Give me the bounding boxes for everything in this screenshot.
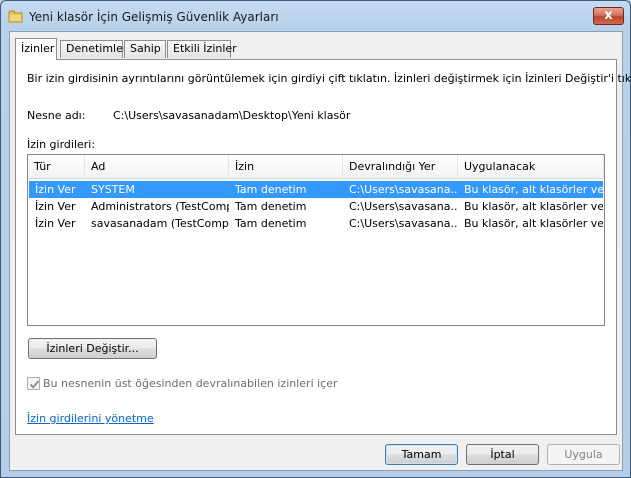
permission-entries-list[interactable]: Tür Ad İzin Devralındığı Yer Uygulanacak… — [27, 154, 605, 326]
change-permissions-button[interactable]: İzinleri Değiştir... — [28, 338, 157, 359]
cell-name: savasanadam (TestComp... — [91, 217, 229, 230]
column-header-type[interactable]: Tür — [28, 155, 85, 179]
instruction-text: Bir izin girdisinin ayrıntılarını görünt… — [27, 72, 631, 85]
tab-effective-permissions[interactable]: Etkili İzinler — [167, 40, 237, 58]
column-header-name[interactable]: Ad — [85, 155, 229, 179]
cell-permission: Tam denetim — [235, 183, 307, 196]
table-row[interactable]: İzin Ver Administrators (TestComp... Tam… — [29, 198, 603, 215]
cell-inherited-from: C:\Users\savasana... — [349, 183, 458, 196]
inherit-permissions-checkbox[interactable] — [27, 377, 40, 390]
folder-icon — [8, 9, 24, 23]
permissions-panel: Bir izin girdisinin ayrıntılarını görünt… — [15, 59, 631, 435]
cell-type: İzin Ver — [35, 183, 76, 196]
cell-permission: Tam denetim — [235, 200, 307, 213]
table-row[interactable]: İzin Ver savasanadam (TestComp... Tam de… — [29, 215, 603, 232]
cell-name: Administrators (TestComp... — [91, 200, 229, 213]
close-button[interactable]: x — [593, 7, 624, 25]
list-header: Tür Ad İzin Devralındığı Yer Uygulanacak — [28, 155, 604, 179]
tab-owner[interactable]: Sahip — [124, 40, 166, 58]
tab-permissions[interactable]: İzinler — [15, 38, 57, 60]
manage-permission-entries-link[interactable]: İzin girdilerini yönetme — [27, 412, 154, 425]
checkmark-icon — [29, 380, 40, 389]
apply-button[interactable]: Uygula — [547, 444, 620, 465]
cell-inherited-from: C:\Users\savasana... — [349, 200, 458, 213]
close-icon: x — [604, 8, 613, 23]
dialog-client-area: İzinler Denetimler Sahip Etkili İzinler … — [9, 31, 631, 471]
inherit-permissions-label: Bu nesnenin üst öğesinden devralınabilen… — [43, 377, 338, 390]
window-title: Yeni klasör İçin Gelişmiş Güvenlik Ayarl… — [29, 10, 279, 24]
title-bar[interactable]: Yeni klasör İçin Gelişmiş Güvenlik Ayarl… — [1, 1, 630, 31]
column-header-inherited-from[interactable]: Devralındığı Yer — [343, 155, 458, 179]
table-row[interactable]: İzin Ver SYSTEM Tam denetim C:\Users\sav… — [29, 181, 603, 198]
tab-auditing[interactable]: Denetimler — [60, 40, 127, 58]
cell-apply-to: Bu klasör, alt klasörler ve ... — [464, 217, 603, 230]
ok-button[interactable]: Tamam — [385, 444, 458, 465]
object-name-label: Nesne adı: — [27, 109, 86, 122]
object-name-value: C:\Users\savasanadam\Desktop\Yeni klasör — [113, 109, 351, 122]
column-header-apply-to[interactable]: Uygulanacak — [458, 155, 604, 179]
inherit-permissions-option: Bu nesnenin üst öğesinden devralınabilen… — [27, 377, 338, 390]
cell-apply-to: Bu klasör, alt klasörler ve ... — [464, 183, 603, 196]
column-header-permission[interactable]: İzin — [229, 155, 343, 179]
security-settings-window: Yeni klasör İçin Gelişmiş Güvenlik Ayarl… — [0, 0, 631, 478]
cell-name: SYSTEM — [91, 183, 135, 196]
cell-type: İzin Ver — [35, 200, 76, 213]
cell-apply-to: Bu klasör, alt klasörler ve ... — [464, 200, 603, 213]
permission-entries-label: İzin girdileri: — [27, 138, 96, 151]
cell-inherited-from: C:\Users\savasana... — [349, 217, 458, 230]
cell-permission: Tam denetim — [235, 217, 307, 230]
cancel-button[interactable]: İptal — [466, 444, 539, 465]
cell-type: İzin Ver — [35, 217, 76, 230]
